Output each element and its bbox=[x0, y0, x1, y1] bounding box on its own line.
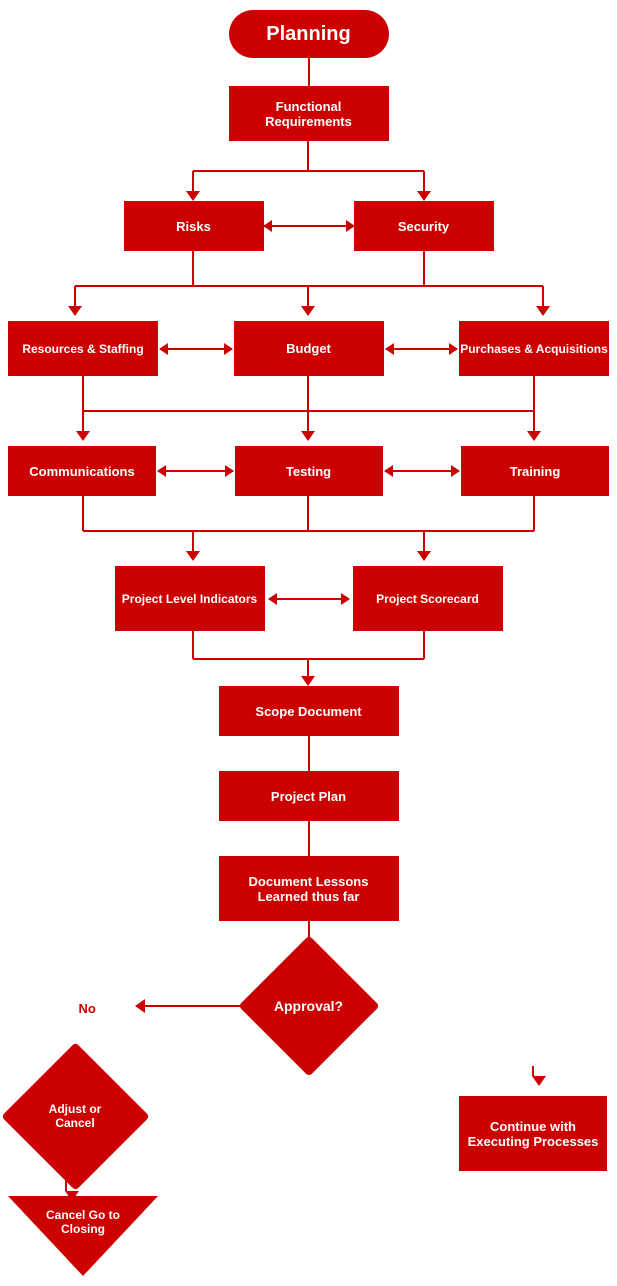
risks-node: Risks bbox=[124, 201, 264, 251]
branch-svg bbox=[0, 141, 617, 201]
adjust-cancel-wrap: Adjust or Cancel bbox=[10, 1066, 140, 1166]
document-lessons-node: Document Lessons Learned thus far bbox=[219, 856, 399, 921]
project-scorecard-node: Project Scorecard bbox=[353, 566, 503, 631]
project-level-indicators-node: Project Level Indicators bbox=[115, 566, 265, 631]
purchases-acquisitions-node: Purchases & Acquisitions bbox=[459, 321, 609, 376]
purchases-label: Purchases & Acquisitions bbox=[460, 342, 608, 356]
cancel-closing-wrap: Cancel Go to Closing bbox=[8, 1196, 158, 1276]
arrow-adjust-to-cancel bbox=[65, 1171, 67, 1191]
arrow-scope-to-plan bbox=[308, 736, 310, 771]
scope-svg bbox=[0, 631, 617, 686]
continue-executing-node: Continue with Executing Processes bbox=[459, 1096, 607, 1171]
budget-node: Budget bbox=[234, 321, 384, 376]
testing-node: Testing bbox=[235, 446, 383, 496]
risks-security-arrow bbox=[264, 225, 354, 227]
cancel-closing-label: Cancel Go to Closing bbox=[28, 1208, 138, 1236]
arrow-planning-to-func bbox=[308, 58, 310, 86]
continue-label: Continue with Executing Processes bbox=[465, 1119, 601, 1149]
approval-label: Approval? bbox=[274, 998, 343, 1014]
continue-column: Continue with Executing Processes bbox=[459, 1066, 607, 1171]
training-node: Training bbox=[461, 446, 609, 496]
resources-budget-purchases-row: Resources & Staffing Budget Purchases & … bbox=[0, 321, 617, 376]
branch-to-scope bbox=[0, 631, 617, 686]
branch-row3-svg bbox=[0, 251, 617, 321]
branch-row4-svg bbox=[0, 376, 617, 446]
functional-requirements-node: Functional Requirements bbox=[229, 86, 389, 141]
branch-to-row4 bbox=[0, 376, 617, 446]
security-label: Security bbox=[398, 219, 449, 234]
cancel-closing-section: Cancel Go to Closing bbox=[0, 1171, 617, 1276]
branch-to-row3 bbox=[0, 251, 617, 321]
res-budget-line bbox=[160, 348, 232, 350]
lessons-label: Document Lessons Learned thus far bbox=[225, 874, 393, 904]
adjust-cancel-label: Adjust or Cancel bbox=[35, 1102, 115, 1130]
budget-label: Budget bbox=[286, 341, 331, 356]
comm-testing-line bbox=[158, 470, 233, 472]
resources-label: Resources & Staffing bbox=[22, 342, 143, 356]
scope-label: Scope Document bbox=[255, 704, 361, 719]
pli-ps-row: Project Level Indicators Project Scoreca… bbox=[0, 566, 617, 631]
testing-training-line bbox=[385, 470, 460, 472]
project-plan-label: Project Plan bbox=[271, 789, 346, 804]
yes-label: Yes bbox=[299, 1039, 321, 1054]
flowchart: Planning Functional Requirements Risks bbox=[0, 0, 617, 1286]
risks-security-row: Risks Security bbox=[0, 201, 617, 251]
comm-label: Communications bbox=[29, 464, 134, 479]
training-label: Training bbox=[510, 464, 561, 479]
arrow-to-continue bbox=[532, 1066, 534, 1076]
scope-document-node: Scope Document bbox=[219, 686, 399, 736]
approval-row: Approval? No Yes bbox=[0, 956, 617, 1056]
planning-node: Planning bbox=[229, 10, 389, 58]
security-node: Security bbox=[354, 201, 494, 251]
branch-func-to-risks-security bbox=[0, 141, 617, 201]
testing-label: Testing bbox=[286, 464, 331, 479]
approval-diamond-wrap: Approval? bbox=[244, 966, 374, 1046]
ps-label: Project Scorecard bbox=[376, 592, 479, 606]
pli-label: Project Level Indicators bbox=[122, 592, 257, 606]
no-label: No bbox=[79, 1001, 96, 1016]
project-plan-node: Project Plan bbox=[219, 771, 399, 821]
planning-label: Planning bbox=[266, 23, 350, 46]
branch-row5-svg bbox=[0, 496, 617, 566]
risks-label: Risks bbox=[176, 219, 211, 234]
comm-testing-training-row: Communications Testing Training bbox=[0, 446, 617, 496]
branch-to-row5 bbox=[0, 496, 617, 566]
communications-node: Communications bbox=[8, 446, 156, 496]
budget-purchases-line bbox=[386, 348, 458, 350]
pli-ps-line bbox=[269, 598, 349, 600]
resources-staffing-node: Resources & Staffing bbox=[8, 321, 158, 376]
bottom-row: Adjust or Cancel Continue with Executing… bbox=[0, 1066, 617, 1171]
func-req-label: Functional Requirements bbox=[235, 99, 383, 129]
arrow-plan-to-lessons bbox=[308, 821, 310, 856]
